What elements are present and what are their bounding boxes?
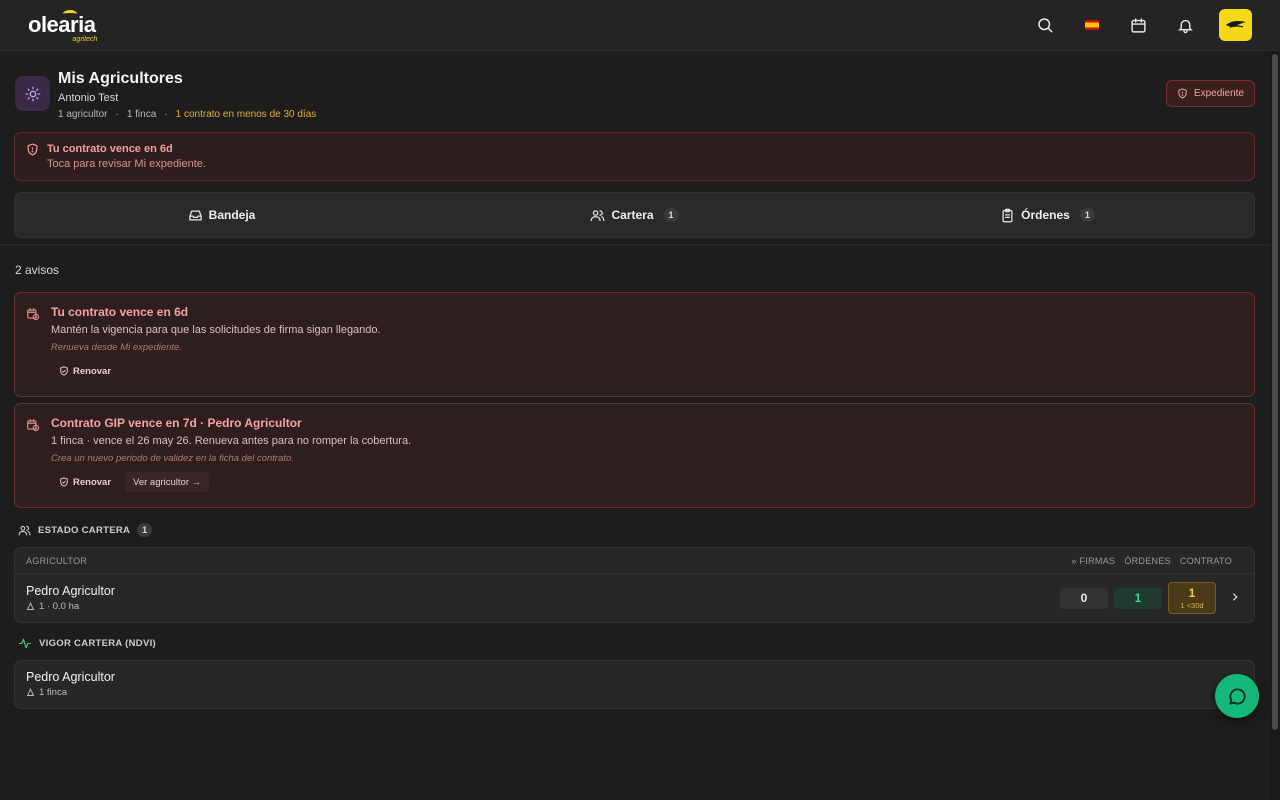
portfolio-table: AGRICULTOR » FIRMAS ÓRDENES CONTRATO Ped…: [14, 547, 1255, 623]
shield-check-icon: [60, 477, 68, 487]
shield-alert-icon: [27, 143, 38, 156]
col-farmer-header: AGRICULTOR: [26, 555, 88, 566]
section-title: VIGOR CARTERA (NDVI): [39, 638, 157, 649]
sun-icon: [15, 76, 50, 111]
expediente-label: Expediente: [1193, 88, 1244, 99]
notice-title: Tu contrato vence en 6d: [51, 305, 189, 319]
chat-bubble-icon: [1228, 687, 1246, 705]
activity-icon: [19, 638, 31, 649]
top-actions: [1021, 5, 1252, 45]
farmer-sub-text: 1 finca: [39, 687, 67, 698]
section-divider: [0, 244, 1270, 246]
orders-pill: 1: [1114, 587, 1162, 609]
notice-actions: Renovar: [51, 361, 381, 381]
user-name: Antonio Test: [58, 92, 119, 104]
ndvi-row[interactable]: Pedro Agricultor 1 finca: [14, 660, 1255, 709]
portfolio-section-label: ESTADO CARTERA 1: [18, 523, 153, 537]
farmer-sub-text: 1 · 0.0 ha: [39, 601, 80, 612]
tab-count-badge: 1: [663, 208, 679, 222]
banner-title: Tu contrato vence en 6d: [47, 143, 173, 155]
users-icon: [591, 209, 605, 221]
table-row[interactable]: Pedro Agricultor 1 · 0.0 ha 0 1 1 1 <30d: [15, 574, 1254, 622]
contract-value: 1: [1188, 585, 1196, 600]
meta-farmers: 1 agricultor: [58, 109, 108, 120]
notice-body: 1 finca · vence el 26 may 26. Renueva an…: [51, 435, 412, 447]
user-avatar-icon: [1225, 21, 1246, 28]
col-contract-header: CONTRATO: [1179, 555, 1232, 566]
scrollbar-thumb[interactable]: [1272, 54, 1278, 730]
notice-card[interactable]: Tu contrato vence en 6d Mantén la vigenc…: [14, 292, 1255, 397]
meta-contracts-warning: 1 contrato en menos de 30 días: [175, 109, 317, 120]
shield-icon: [1178, 88, 1187, 99]
view-farmer-link[interactable]: Ver agricultor →: [125, 472, 210, 492]
farmer-sub: 1 · 0.0 ha: [26, 601, 115, 612]
notice-actions: Renovar Ver agricultor →: [51, 472, 411, 492]
search-icon[interactable]: [1021, 5, 1068, 45]
contract-alert-banner[interactable]: Tu contrato vence en 6d Toca para revisa…: [14, 132, 1255, 181]
notices-count: 2 avisos: [15, 263, 60, 277]
logo-leaf-mark: [63, 10, 77, 18]
shield-check-icon: [60, 366, 68, 376]
page-header: Mis Agricultores Antonio Test 1 agricult…: [15, 69, 316, 120]
farm-icon: [26, 602, 35, 610]
tab-count-badge: 1: [1079, 208, 1095, 222]
calendar-clock-icon: [27, 308, 40, 321]
renew-label: Renovar: [73, 365, 112, 377]
farmer-name: Pedro Agricultor: [26, 584, 115, 598]
meta-farms: 1 finca: [126, 109, 157, 120]
page-title: Mis Agricultores: [58, 70, 183, 87]
top-bar: olearia agritech: [0, 0, 1280, 51]
notice-card[interactable]: Contrato GIP vence en 7d · Pedro Agricul…: [14, 403, 1255, 508]
calendar-icon[interactable]: [1115, 5, 1162, 45]
renew-label: Renovar: [73, 476, 112, 488]
clipboard-icon: [1002, 208, 1013, 222]
notice-body: Mantén la vigencia para que las solicitu…: [51, 324, 381, 336]
user-avatar-button[interactable]: [1219, 9, 1252, 41]
table-header: AGRICULTOR » FIRMAS ÓRDENES CONTRATO: [15, 548, 1254, 574]
ndvi-section-label: VIGOR CARTERA (NDVI): [18, 637, 156, 650]
tab-label: Bandeja: [208, 208, 256, 222]
flag-es-icon: [1084, 20, 1099, 30]
section-title: ESTADO CARTERA: [38, 524, 131, 536]
calendar-clock-icon: [27, 419, 40, 432]
farm-icon: [26, 688, 35, 696]
col-signatures-header[interactable]: » FIRMAS: [1071, 556, 1115, 566]
contract-pill: 1 1 <30d: [1168, 582, 1216, 614]
notice-hint: Renueva desde Mi expediente.: [51, 342, 182, 353]
contract-sub: 1 <30d: [1180, 600, 1204, 610]
signatures-pill: 0: [1060, 587, 1108, 609]
tab-cartera[interactable]: Cartera 1: [428, 193, 841, 237]
notice-title: Contrato GIP vence en 7d · Pedro Agricul…: [51, 416, 302, 430]
renew-button[interactable]: Renovar: [51, 361, 119, 381]
banner-subtitle: Toca para revisar Mi expediente.: [47, 158, 206, 170]
col-orders-header: ÓRDENES: [1124, 555, 1171, 566]
users-icon: [18, 525, 31, 535]
inbox-icon: [188, 210, 202, 220]
meta-separator: ·: [164, 109, 168, 120]
brand-logo[interactable]: olearia agritech: [28, 10, 97, 43]
bell-icon[interactable]: [1162, 5, 1209, 45]
brand-tagline: agritech: [72, 36, 98, 43]
tab-bandeja[interactable]: Bandeja: [15, 193, 428, 237]
tab-label: Órdenes: [1021, 208, 1070, 222]
header-meta: 1 agricultor · 1 finca · 1 contrato en m…: [58, 109, 316, 120]
tab-ordenes[interactable]: Órdenes 1: [841, 193, 1254, 237]
farmer-sub: 1 finca: [26, 687, 1243, 698]
expediente-button[interactable]: Expediente: [1165, 80, 1255, 107]
farmer-name: Pedro Agricultor: [26, 670, 115, 684]
brand-name: olearia: [28, 12, 96, 37]
row-metrics: 0 1 1 1 <30d: [1060, 582, 1240, 614]
meta-separator: ·: [115, 109, 119, 120]
notice-hint: Crea un nuevo periodo de validez en la f…: [51, 453, 294, 464]
chat-button[interactable]: [1215, 674, 1259, 718]
section-count-badge: 1: [137, 523, 153, 537]
renew-button[interactable]: Renovar: [51, 472, 119, 492]
tab-label: Cartera: [611, 208, 654, 222]
chevron-right-icon[interactable]: [1230, 591, 1240, 605]
language-flag-button[interactable]: [1068, 5, 1115, 45]
main-tabs: Bandeja Cartera 1 Órdenes 1: [14, 192, 1255, 238]
